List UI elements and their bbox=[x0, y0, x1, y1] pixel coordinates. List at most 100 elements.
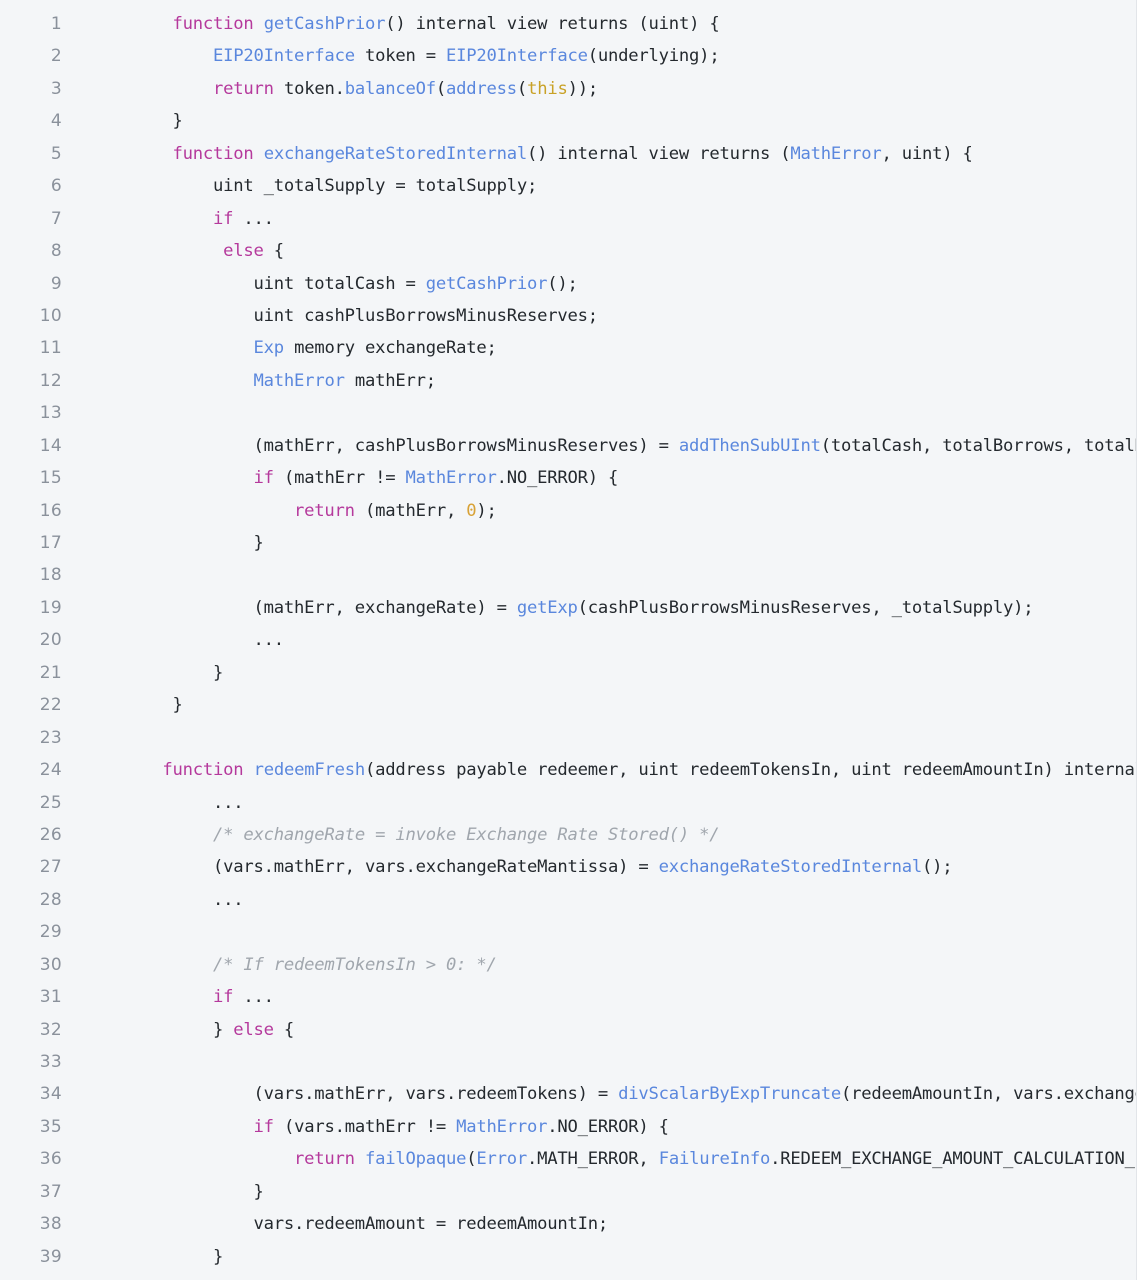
line-number: 31 bbox=[39, 987, 62, 1008]
code-line[interactable]: 37 } bbox=[0, 1176, 1136, 1208]
code-token: .NO_ERROR) { bbox=[547, 1116, 669, 1137]
code-line[interactable]: 21 } bbox=[0, 657, 1136, 689]
code-line[interactable]: 36 return failOpaque(Error.MATH_ERROR, F… bbox=[0, 1143, 1136, 1175]
code-line-text[interactable]: } bbox=[132, 689, 1136, 721]
code-line[interactable]: 22 } bbox=[0, 689, 1136, 721]
code-line[interactable]: 6 uint _totalSupply = totalSupply; bbox=[0, 170, 1136, 202]
code-line-text[interactable]: uint _totalSupply = totalSupply; bbox=[132, 170, 1136, 202]
line-number: 6 bbox=[50, 176, 62, 197]
code-line[interactable]: 3 return token.balanceOf(address(this)); bbox=[0, 73, 1136, 105]
code-line[interactable]: 38 vars.redeemAmount = redeemAmountIn; bbox=[0, 1208, 1136, 1240]
code-line-text[interactable]: function getCashPrior() internal view re… bbox=[132, 8, 1136, 40]
code-line[interactable]: 10 uint cashPlusBorrowsMinusReserves; bbox=[0, 300, 1136, 332]
code-line[interactable]: 23 bbox=[0, 722, 1136, 754]
code-token: (vars.mathErr != bbox=[273, 1116, 457, 1137]
code-line-text[interactable]: if ... bbox=[132, 981, 1136, 1013]
code-line[interactable]: 20 ... bbox=[0, 624, 1136, 656]
code-token: (); bbox=[921, 857, 953, 878]
line-number: 5 bbox=[50, 143, 62, 164]
code-line-text[interactable]: (mathErr, exchangeRate) = getExp(cashPlu… bbox=[132, 592, 1136, 624]
line-number: 38 bbox=[39, 1214, 62, 1235]
line-number: 14 bbox=[39, 435, 62, 456]
code-line[interactable]: 19 (mathErr, exchangeRate) = getExp(cash… bbox=[0, 592, 1136, 624]
code-token: getCashPrior bbox=[425, 273, 548, 294]
code-line-text[interactable]: return failOpaque(Error.MATH_ERROR, Fail… bbox=[132, 1143, 1136, 1175]
code-line[interactable]: 32 } else { bbox=[0, 1014, 1136, 1046]
code-line-text[interactable]: function exchangeRateStoredInternal() in… bbox=[132, 138, 1136, 170]
code-line[interactable]: 27 (vars.mathErr, vars.exchangeRateManti… bbox=[0, 851, 1136, 883]
code-line[interactable]: 2 EIP20Interface token = EIP20Interface(… bbox=[0, 40, 1136, 72]
code-line-text[interactable]: } bbox=[132, 1241, 1136, 1273]
code-line-text[interactable]: ... bbox=[132, 787, 1136, 819]
code-line[interactable]: 28 ... bbox=[0, 884, 1136, 916]
code-line-text[interactable]: ... bbox=[132, 884, 1136, 916]
code-line-text[interactable]: } bbox=[132, 657, 1136, 689]
code-line-text[interactable]: (vars.mathErr, vars.exchangeRateMantissa… bbox=[132, 851, 1136, 883]
code-line[interactable]: 17 } bbox=[0, 527, 1136, 559]
code-line-text[interactable]: /* If redeemTokensIn > 0: */ bbox=[132, 949, 1136, 981]
code-line-text[interactable]: (vars.mathErr, vars.redeemTokens) = divS… bbox=[132, 1078, 1136, 1110]
code-line[interactable]: 9 uint totalCash = getCashPrior(); bbox=[0, 268, 1136, 300]
code-line-text[interactable]: } bbox=[132, 105, 1136, 137]
code-token: MathError bbox=[253, 370, 345, 391]
code-line[interactable]: 11 Exp memory exchangeRate; bbox=[0, 332, 1136, 364]
code-line-text[interactable]: else { bbox=[132, 235, 1136, 267]
code-token: (underlying); bbox=[587, 46, 720, 67]
code-line-text[interactable]: MathError mathErr; bbox=[132, 365, 1136, 397]
code-line[interactable]: 33 bbox=[0, 1046, 1136, 1078]
line-number: 8 bbox=[50, 241, 62, 262]
code-line-text[interactable]: } bbox=[132, 1176, 1136, 1208]
code-line-text[interactable]: function redeemFresh(address payable red… bbox=[132, 754, 1136, 786]
code-line[interactable]: 39 } bbox=[0, 1241, 1136, 1273]
code-line-text[interactable]: if (mathErr != MathError.NO_ERROR) { bbox=[132, 462, 1136, 494]
code-line[interactable]: 34 (vars.mathErr, vars.redeemTokens) = d… bbox=[0, 1078, 1136, 1110]
code-line[interactable]: 35 if (vars.mathErr != MathError.NO_ERRO… bbox=[0, 1111, 1136, 1143]
code-line[interactable]: 15 if (mathErr != MathError.NO_ERROR) { bbox=[0, 462, 1136, 494]
code-line-text[interactable]: EIP20Interface token = EIP20Interface(un… bbox=[132, 40, 1136, 72]
code-line-text[interactable]: if (vars.mathErr != MathError.NO_ERROR) … bbox=[132, 1111, 1136, 1143]
code-line[interactable]: 25 ... bbox=[0, 787, 1136, 819]
code-line[interactable]: 8 else { bbox=[0, 235, 1136, 267]
code-viewer[interactable]: 1 function getCashPrior() internal view … bbox=[0, 0, 1137, 1280]
line-number: 28 bbox=[39, 889, 62, 910]
code-line-text[interactable]: } else { bbox=[132, 1014, 1136, 1046]
code-line[interactable]: 7 if ... bbox=[0, 203, 1136, 235]
code-line-text[interactable]: if ... bbox=[132, 203, 1136, 235]
code-line-text[interactable]: return (mathErr, 0); bbox=[132, 495, 1136, 527]
code-line-text[interactable]: uint cashPlusBorrowsMinusReserves; bbox=[132, 300, 1136, 332]
code-line[interactable]: 14 (mathErr, cashPlusBorrowsMinusReserve… bbox=[0, 430, 1136, 462]
code-line-text[interactable]: vars.redeemAmount = redeemAmountIn; bbox=[132, 1208, 1136, 1240]
code-line[interactable]: 1 function getCashPrior() internal view … bbox=[0, 8, 1136, 40]
code-line[interactable]: 13 bbox=[0, 397, 1136, 429]
code-line[interactable]: 29 bbox=[0, 916, 1136, 948]
code-line[interactable]: 12 MathError mathErr; bbox=[0, 365, 1136, 397]
line-number: 30 bbox=[39, 954, 62, 975]
code-line[interactable]: 4 } bbox=[0, 105, 1136, 137]
code-line-text[interactable]: ... bbox=[132, 624, 1136, 656]
code-line[interactable]: 31 if ... bbox=[0, 981, 1136, 1013]
code-token: } bbox=[132, 533, 264, 553]
code-line-text[interactable]: } bbox=[132, 527, 1136, 559]
code-line-text[interactable]: uint totalCash = getCashPrior(); bbox=[132, 268, 1136, 300]
code-token: Error bbox=[476, 1149, 528, 1170]
code-line[interactable]: 26 /* exchangeRate = invoke Exchange Rat… bbox=[0, 819, 1136, 851]
line-number: 10 bbox=[39, 305, 62, 326]
line-number: 13 bbox=[39, 403, 62, 424]
code-line[interactable]: 18 bbox=[0, 559, 1136, 591]
code-line-text[interactable]: /* exchangeRate = invoke Exchange Rate S… bbox=[132, 819, 1136, 851]
line-number: 39 bbox=[39, 1246, 62, 1267]
code-line[interactable]: 30 /* If redeemTokensIn > 0: */ bbox=[0, 949, 1136, 981]
code-line[interactable]: 24 function redeemFresh(address payable … bbox=[0, 754, 1136, 786]
code-token: EIP20Interface bbox=[445, 46, 588, 67]
code-line-text[interactable]: (mathErr, cashPlusBorrowsMinusReserves) … bbox=[132, 430, 1136, 462]
code-line[interactable]: 5 function exchangeRateStoredInternal() … bbox=[0, 138, 1136, 170]
line-number: 37 bbox=[39, 1181, 62, 1202]
code-line-text[interactable]: Exp memory exchangeRate; bbox=[132, 332, 1136, 364]
code-line-text[interactable]: return token.balanceOf(address(this)); bbox=[132, 73, 1136, 105]
code-line[interactable]: 16 return (mathErr, 0); bbox=[0, 495, 1136, 527]
code-token: uint totalCash = bbox=[132, 273, 426, 294]
